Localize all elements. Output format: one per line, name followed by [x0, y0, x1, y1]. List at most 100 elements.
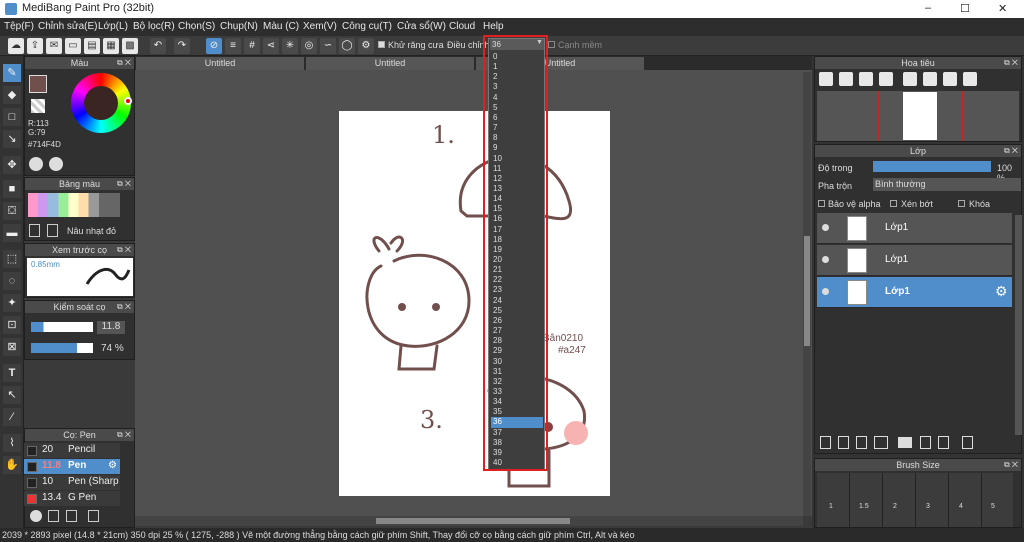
curve-icon[interactable]: ∽ — [320, 38, 336, 54]
brush-copy-icon[interactable] — [66, 510, 77, 522]
layer-opacity-slider[interactable] — [873, 161, 991, 172]
ellipse-icon[interactable]: ◯ — [339, 38, 355, 54]
tab-untitled-1[interactable]: Untitled — [136, 57, 304, 70]
brush-item-pen-sharp[interactable]: 10 Pen (Sharp — [24, 475, 120, 490]
grid-icon[interactable]: ▩ — [122, 38, 138, 54]
close-button[interactable]: ✕ — [998, 2, 1007, 15]
menu-select[interactable]: Chọn(S) — [178, 21, 215, 32]
foreground-swatch[interactable] — [29, 75, 47, 93]
maximize-button[interactable]: ☐ — [960, 2, 970, 15]
protect-alpha-checkbox[interactable] — [818, 200, 825, 207]
menu-filter[interactable]: Bộ lọc(R) — [133, 21, 175, 32]
page-icon[interactable]: ▦ — [103, 38, 119, 54]
antialias-checkbox[interactable] — [378, 41, 385, 48]
rect-tool-icon[interactable]: □ — [3, 108, 21, 126]
palette-swatches[interactable] — [28, 193, 120, 217]
menu-cloud[interactable]: Cloud — [449, 21, 475, 32]
menu-tools[interactable]: Công cụ(T) — [342, 21, 392, 32]
parallel-icon[interactable]: ≡ — [225, 38, 241, 54]
brush-item-gpen[interactable]: 13.4 G Pen — [24, 491, 120, 506]
cloud-icon[interactable]: ☁ — [8, 38, 24, 54]
comment-icon[interactable]: ✉ — [46, 38, 62, 54]
brush-size-preset[interactable]: 4 — [959, 503, 963, 510]
color-picker-marker[interactable] — [124, 97, 132, 105]
crosshatch-icon[interactable]: # — [244, 38, 260, 54]
brush-delete-icon[interactable] — [88, 510, 99, 522]
hand-tool-icon[interactable]: ✋ — [3, 456, 21, 474]
redo-icon[interactable]: ↷ — [174, 38, 190, 54]
trash-icon[interactable] — [962, 436, 973, 449]
operation-tool-icon[interactable]: ↖ — [3, 386, 21, 404]
chat-icon[interactable]: ▭ — [65, 38, 81, 54]
doc-icon[interactable]: ▤ — [84, 38, 100, 54]
gradient-tool-icon[interactable]: ▬ — [3, 224, 21, 242]
horizontal-scroll-thumb[interactable] — [376, 518, 570, 524]
trash-icon[interactable] — [47, 224, 58, 237]
color-mix-icon[interactable] — [49, 157, 63, 171]
brush-size-preset[interactable]: 1.5 — [859, 503, 869, 510]
zoom-in-icon[interactable] — [819, 72, 833, 86]
layer-row[interactable]: Lớp1 — [817, 245, 1012, 276]
edge-checkbox[interactable] — [548, 41, 555, 48]
brush-opacity-slider[interactable] — [31, 343, 93, 353]
brush-add-icon[interactable] — [30, 510, 42, 522]
clip-checkbox[interactable] — [890, 200, 897, 207]
panel-expand-icon[interactable]: ⧉ ✕ — [1004, 57, 1018, 69]
lock-checkbox[interactable] — [958, 200, 965, 207]
divide-tool-icon[interactable]: ⁄ — [3, 408, 21, 426]
brush-tool-icon[interactable]: ✎ — [3, 64, 21, 82]
eye-icon[interactable] — [822, 256, 829, 263]
eye-icon[interactable] — [822, 224, 829, 231]
undo-icon[interactable]: ↶ — [150, 38, 166, 54]
eyedropper-icon[interactable]: ⌇ — [3, 434, 21, 452]
reset-rotation-icon[interactable] — [963, 72, 977, 86]
color-wheel-icon[interactable] — [29, 157, 43, 171]
rotate-left-icon[interactable] — [903, 72, 917, 86]
brush-size-value[interactable]: 11.8 — [97, 321, 125, 334]
perspective-icon[interactable]: ⋖ — [263, 38, 279, 54]
radial-icon[interactable]: ✳ — [282, 38, 298, 54]
brush-size-preset[interactable]: 1 — [829, 503, 833, 510]
fit-icon[interactable] — [859, 72, 873, 86]
brush-size-preset[interactable]: 3 — [926, 503, 930, 510]
panel-expand-icon[interactable]: ⧉ ✕ — [117, 57, 131, 69]
eraser-tool-icon[interactable]: ◆ — [3, 86, 21, 104]
tab-untitled-2[interactable]: Untitled — [306, 57, 474, 70]
panel-expand-icon[interactable]: ⧉ ✕ — [117, 244, 131, 256]
select-tool-icon[interactable]: ⬚ — [3, 250, 21, 268]
layer-row[interactable]: Lớp1 — [817, 213, 1012, 244]
gear-icon[interactable]: ⚙ — [108, 460, 117, 471]
select-pen-icon[interactable]: ⊡ — [3, 316, 21, 334]
layer-list-scrollbar[interactable] — [1015, 215, 1022, 435]
lasso-tool-icon[interactable]: ◌ — [3, 272, 21, 290]
bucket-tool-icon[interactable]: ⛋ — [3, 202, 21, 220]
fill-rect-icon[interactable]: ■ — [3, 180, 21, 198]
panel-expand-icon[interactable]: ⧉ ✕ — [117, 429, 131, 441]
brush-size-slider[interactable] — [31, 322, 93, 332]
brush-item-pencil[interactable]: 20 Pencil — [24, 443, 120, 458]
merge-layer-icon[interactable] — [938, 436, 949, 449]
circle-icon[interactable]: ◎ — [301, 38, 317, 54]
eye-icon[interactable] — [822, 288, 829, 295]
new-8bit-layer-icon[interactable] — [856, 436, 867, 449]
rotate-right-icon[interactable] — [943, 72, 957, 86]
new-layer-icon[interactable] — [820, 436, 831, 449]
upload-icon[interactable]: ⇪ — [27, 38, 43, 54]
vertical-scroll-thumb[interactable] — [804, 236, 810, 346]
actual-size-icon[interactable] — [923, 72, 937, 86]
menu-edit[interactable]: Chỉnh sửa(E) — [38, 21, 98, 32]
panel-expand-icon[interactable]: ⧉ ✕ — [1004, 459, 1018, 471]
gear-icon[interactable]: ⚙ — [995, 283, 1008, 300]
panel-expand-icon[interactable]: ⧉ ✕ — [1004, 145, 1018, 157]
minimize-button[interactable]: – — [925, 2, 931, 14]
zoom-out-icon[interactable] — [879, 72, 893, 86]
menu-layer[interactable]: Lớp(L) — [98, 21, 128, 32]
line-tool-icon[interactable]: ↘ — [3, 130, 21, 148]
brush-size-preset[interactable]: 2 — [893, 503, 897, 510]
blend-select[interactable]: Bình thường — [873, 178, 1021, 191]
folder-icon[interactable] — [898, 437, 912, 448]
color-square[interactable] — [84, 86, 118, 120]
magic-wand-icon[interactable]: ✦ — [3, 294, 21, 312]
panel-expand-icon[interactable]: ⧉ ✕ — [117, 301, 131, 313]
text-tool-icon[interactable]: T — [3, 364, 21, 382]
